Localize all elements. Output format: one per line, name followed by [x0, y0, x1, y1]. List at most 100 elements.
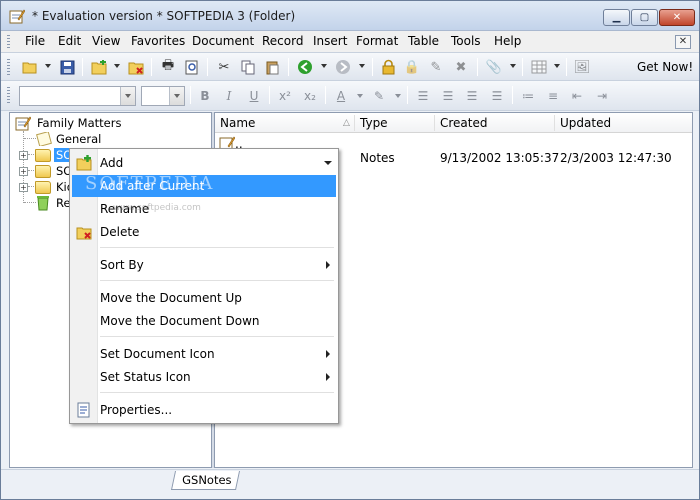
- mdi-close-button[interactable]: ✕: [675, 35, 691, 49]
- font-color-dropdown-icon[interactable]: [357, 94, 363, 98]
- tab-gsnotes[interactable]: GSNotes: [170, 471, 241, 490]
- toolbar-grip-icon[interactable]: [7, 59, 10, 76]
- lock-note-icon[interactable]: 🔒: [403, 58, 421, 76]
- highlight-icon[interactable]: ✎: [370, 87, 388, 105]
- font-size-combo[interactable]: [141, 86, 185, 106]
- main-toolbar: 🖶 ✂ 🔒 ✎ ✖ 📎 🖼 Get Now!: [1, 53, 699, 81]
- minimize-button[interactable]: ▁: [603, 9, 630, 26]
- toolbar-separator: [477, 58, 478, 76]
- folder-icon: [35, 165, 51, 178]
- table-icon[interactable]: [530, 58, 548, 76]
- menu-help[interactable]: Help: [494, 34, 521, 48]
- forward-icon[interactable]: [334, 58, 352, 76]
- toolbar-separator: [82, 58, 83, 76]
- menu-item-label: Delete: [100, 225, 140, 239]
- menu-separator: [100, 336, 334, 337]
- menu-item-delete[interactable]: Delete: [72, 221, 336, 243]
- menu-item-properties[interactable]: Properties...: [72, 399, 336, 421]
- column-header-name[interactable]: Name: [220, 116, 255, 130]
- column-divider[interactable]: [434, 115, 435, 131]
- toolbar-grip-icon[interactable]: [7, 87, 10, 104]
- bullet-list-icon[interactable]: ≔: [519, 87, 537, 105]
- edit-note-icon[interactable]: ✎: [427, 58, 445, 76]
- underline-icon[interactable]: U: [245, 87, 263, 105]
- tree-item[interactable]: General: [10, 131, 210, 147]
- expand-icon[interactable]: +: [19, 183, 28, 192]
- menu-item-add[interactable]: Add: [72, 152, 336, 174]
- align-right-icon[interactable]: ☰: [463, 87, 481, 105]
- menu-table[interactable]: Table: [408, 34, 439, 48]
- menu-file[interactable]: File: [25, 34, 45, 48]
- column-header-created[interactable]: Created: [440, 116, 488, 130]
- paste-icon[interactable]: [263, 58, 281, 76]
- maximize-icon: ▢: [639, 12, 650, 23]
- menu-tools[interactable]: Tools: [451, 34, 481, 48]
- cut-icon[interactable]: ✂: [215, 58, 233, 76]
- menu-favorites[interactable]: Favorites: [131, 34, 185, 48]
- chevron-down-icon[interactable]: [120, 87, 135, 105]
- delete-note-icon[interactable]: [127, 58, 145, 76]
- menu-grip-icon[interactable]: [7, 35, 10, 49]
- print-icon[interactable]: 🖶: [159, 58, 177, 76]
- add-dropdown-icon[interactable]: [114, 64, 120, 68]
- open-dropdown-icon[interactable]: [45, 64, 51, 68]
- menu-record[interactable]: Record: [262, 34, 303, 48]
- lock-icon[interactable]: [379, 58, 397, 76]
- menu-item-set-status-icon[interactable]: Set Status Icon: [72, 366, 336, 388]
- add-note-icon[interactable]: [90, 58, 108, 76]
- app-window: * Evaluation version * SOFTPEDIA 3 (Fold…: [0, 0, 700, 500]
- note-icon: [36, 132, 52, 146]
- superscript-icon[interactable]: x²: [276, 87, 294, 105]
- table-dropdown-icon[interactable]: [554, 64, 560, 68]
- align-left-icon[interactable]: ☰: [414, 87, 432, 105]
- forward-dropdown-icon[interactable]: [359, 64, 365, 68]
- column-header-type[interactable]: Type: [360, 116, 388, 130]
- subscript-icon[interactable]: x₂: [301, 87, 319, 105]
- font-color-icon[interactable]: A: [332, 87, 350, 105]
- tree-item-label: General: [56, 132, 102, 146]
- sort-ascending-icon: △: [343, 118, 350, 128]
- font-name-combo[interactable]: [19, 86, 136, 106]
- menu-edit[interactable]: Edit: [58, 34, 81, 48]
- image-icon[interactable]: 🖼: [573, 58, 591, 76]
- numbered-list-icon[interactable]: ≡: [544, 87, 562, 105]
- format-toolbar: B I U x² x₂ A ✎ ☰ ☰ ☰ ☰ ≔ ≡ ⇤ ⇥: [1, 81, 699, 111]
- chevron-down-icon[interactable]: [169, 87, 184, 105]
- back-dropdown-icon[interactable]: [321, 64, 327, 68]
- save-icon[interactable]: [58, 58, 76, 76]
- copy-icon[interactable]: [239, 58, 257, 76]
- menu-item-sort-by[interactable]: Sort By: [72, 254, 336, 276]
- expand-icon[interactable]: +: [19, 167, 28, 176]
- align-center-icon[interactable]: ☰: [439, 87, 457, 105]
- justify-icon[interactable]: ☰: [488, 87, 506, 105]
- close-button[interactable]: ✕: [659, 9, 695, 26]
- menu-insert[interactable]: Insert: [313, 34, 347, 48]
- column-header-updated[interactable]: Updated: [560, 116, 611, 130]
- attachment-dropdown-icon[interactable]: [510, 64, 516, 68]
- highlight-dropdown-icon[interactable]: [395, 94, 401, 98]
- get-now-link[interactable]: Get Now!: [637, 60, 693, 74]
- menu-format[interactable]: Format: [356, 34, 398, 48]
- menu-item-rename[interactable]: Rename: [72, 198, 336, 220]
- menu-view[interactable]: View: [92, 34, 120, 48]
- bold-icon[interactable]: B: [196, 87, 214, 105]
- back-icon[interactable]: [296, 58, 314, 76]
- tree-root[interactable]: Family Matters: [10, 115, 210, 131]
- outdent-icon[interactable]: ⇤: [568, 87, 586, 105]
- remove-note-icon[interactable]: ✖: [452, 58, 470, 76]
- toolbar-separator: [372, 58, 373, 76]
- expand-icon[interactable]: +: [19, 151, 28, 160]
- menu-document[interactable]: Document: [192, 34, 254, 48]
- column-divider[interactable]: [554, 115, 555, 131]
- menu-item-set-document-icon[interactable]: Set Document Icon: [72, 343, 336, 365]
- attachment-icon[interactable]: 📎: [485, 58, 503, 76]
- indent-icon[interactable]: ⇥: [593, 87, 611, 105]
- print-preview-icon[interactable]: [183, 58, 201, 76]
- column-divider[interactable]: [354, 115, 355, 131]
- status-bar: GSNotes: [1, 469, 699, 499]
- italic-icon[interactable]: I: [220, 87, 238, 105]
- maximize-button[interactable]: ▢: [631, 9, 658, 26]
- menu-item-move-up[interactable]: Move the Document Up: [72, 287, 336, 309]
- menu-item-move-down[interactable]: Move the Document Down: [72, 310, 336, 332]
- open-folder-icon[interactable]: [21, 58, 39, 76]
